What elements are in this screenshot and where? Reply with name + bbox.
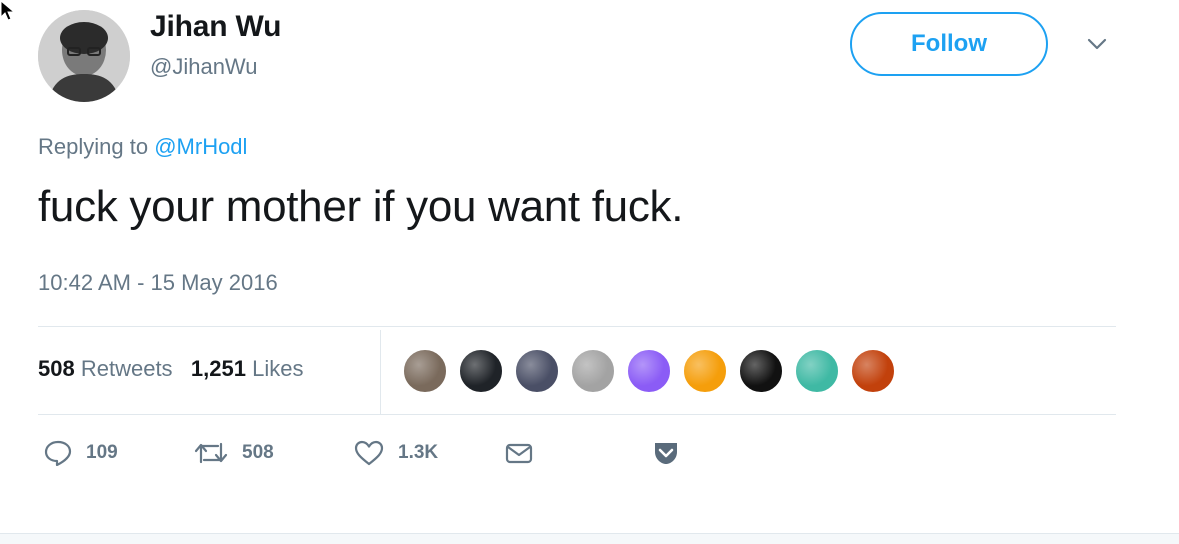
replying-to: Replying to @MrHodl bbox=[38, 134, 247, 160]
reply-icon bbox=[44, 440, 72, 466]
engagement-stats: 508 Retweets 1,251 Likes bbox=[38, 356, 303, 382]
like-action[interactable]: 1.3K bbox=[354, 440, 504, 466]
divider-bottom bbox=[38, 414, 1116, 415]
avatar[interactable] bbox=[38, 10, 130, 102]
likes-stat[interactable]: 1,251 Likes bbox=[191, 356, 304, 381]
retweets-label: Retweets bbox=[80, 356, 173, 381]
retweet-icon bbox=[194, 442, 228, 464]
follow-button[interactable]: Follow bbox=[850, 12, 1048, 76]
author-handle[interactable]: @JihanWu bbox=[150, 54, 258, 80]
retweet-action[interactable]: 508 bbox=[194, 440, 354, 466]
reply-action[interactable]: 109 bbox=[44, 440, 194, 466]
reply-prefix: Replying to bbox=[38, 134, 149, 159]
liker-avatar[interactable] bbox=[738, 348, 784, 394]
heart-icon bbox=[354, 440, 384, 466]
liker-avatar[interactable] bbox=[570, 348, 616, 394]
liker-avatar[interactable] bbox=[794, 348, 840, 394]
likes-label: Likes bbox=[252, 356, 304, 381]
pocket-icon bbox=[655, 443, 677, 464]
retweet-count: 508 bbox=[242, 442, 274, 463]
stats-separator bbox=[380, 330, 381, 414]
tweet-actions: 109 508 1.3K bbox=[44, 440, 694, 466]
author-name[interactable]: Jihan Wu bbox=[150, 10, 281, 44]
liker-avatar[interactable] bbox=[458, 348, 504, 394]
reply-handle-link[interactable]: @MrHodl bbox=[154, 134, 247, 159]
like-count: 1.3K bbox=[398, 442, 439, 463]
liker-avatar[interactable] bbox=[626, 348, 672, 394]
liker-avatar[interactable] bbox=[850, 348, 896, 394]
reply-count: 109 bbox=[86, 442, 118, 463]
direct-message-action[interactable] bbox=[504, 441, 652, 465]
tweet-timestamp[interactable]: 10:42 AM - 15 May 2016 bbox=[38, 270, 278, 296]
avatar-photo-icon bbox=[38, 10, 130, 102]
mouse-cursor-icon bbox=[0, 0, 16, 21]
liker-avatar[interactable] bbox=[514, 348, 560, 394]
retweets-count: 508 bbox=[38, 356, 75, 381]
liker-avatar[interactable] bbox=[402, 348, 448, 394]
retweets-stat[interactable]: 508 Retweets bbox=[38, 356, 173, 381]
divider-top bbox=[38, 326, 1116, 327]
tweet-text: fuck your mother if you want fuck. bbox=[38, 182, 684, 231]
pocket-action[interactable] bbox=[652, 440, 694, 466]
liker-avatars bbox=[402, 348, 896, 394]
chevron-down-icon[interactable] bbox=[1086, 36, 1108, 52]
envelope-icon bbox=[505, 443, 533, 464]
liker-avatar[interactable] bbox=[682, 348, 728, 394]
bottom-bar bbox=[0, 533, 1179, 544]
likes-count: 1,251 bbox=[190, 356, 246, 381]
